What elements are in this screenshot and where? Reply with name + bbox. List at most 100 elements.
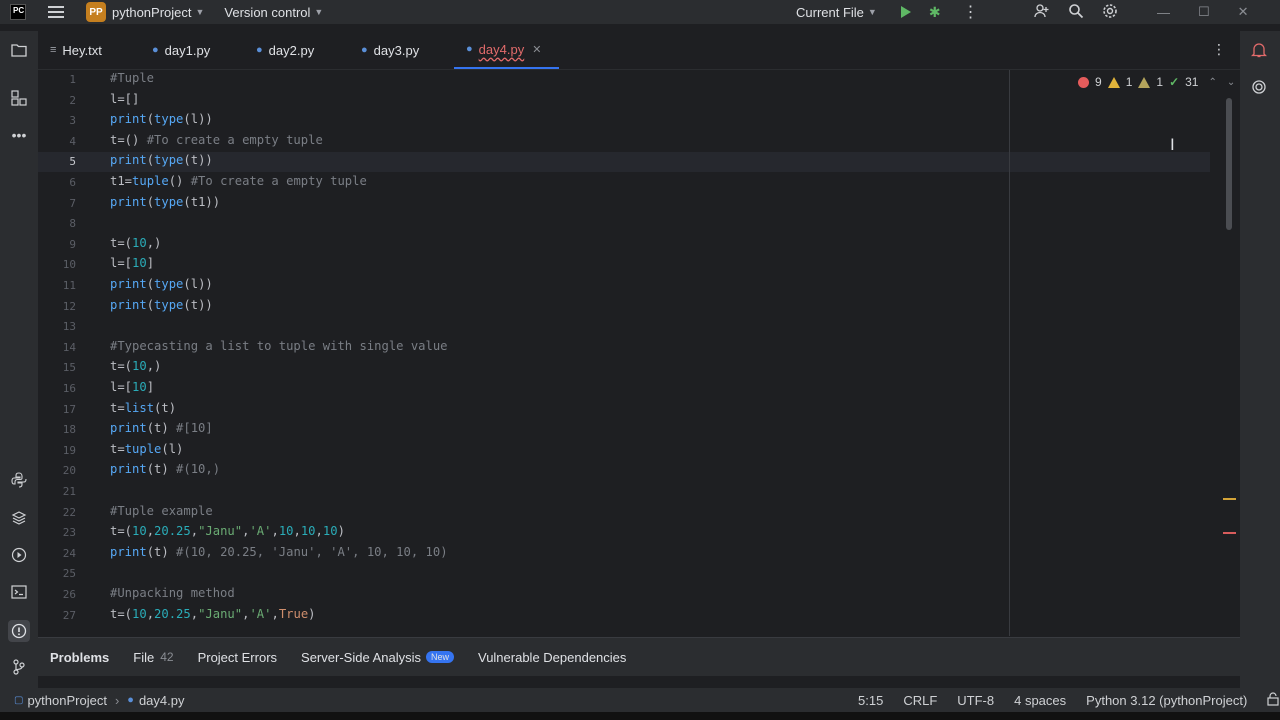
folder-icon[interactable]	[9, 40, 29, 60]
code-line[interactable]: l=[10]	[110, 380, 154, 394]
code-line[interactable]: #Unpacking method	[110, 586, 235, 600]
more-vertical-icon[interactable]: ⋮	[1212, 41, 1226, 58]
line-number[interactable]: 15	[38, 361, 76, 374]
run-icon[interactable]	[900, 6, 911, 18]
line-number[interactable]: 3	[38, 114, 76, 127]
line-number[interactable]: 13	[38, 320, 76, 333]
layers-icon[interactable]	[9, 508, 29, 528]
minimize-icon[interactable]: —	[1157, 5, 1170, 20]
close-icon[interactable]: ✕	[1238, 4, 1249, 20]
line-number[interactable]: 7	[38, 197, 76, 210]
notifications-icon[interactable]	[1249, 40, 1269, 60]
chevron-down-icon[interactable]: ▼	[314, 7, 323, 17]
tab-server-side-analysis[interactable]: Server-Side Analysis New	[301, 650, 454, 665]
code-line[interactable]: l=[]	[110, 92, 139, 106]
main-menu-icon[interactable]	[48, 6, 64, 18]
line-number[interactable]: 20	[38, 464, 76, 477]
code-line[interactable]: t=(10,)	[110, 236, 161, 250]
problems-icon[interactable]	[8, 620, 30, 642]
line-number[interactable]: 9	[38, 238, 76, 251]
code-line[interactable]: print(type(l))	[110, 277, 213, 291]
line-number[interactable]: 24	[38, 547, 76, 560]
lock-icon[interactable]	[1267, 691, 1279, 709]
structure-icon[interactable]	[9, 88, 29, 108]
line-number[interactable]: 19	[38, 444, 76, 457]
caret-position[interactable]: 5:15	[858, 693, 883, 708]
line-number[interactable]: 27	[38, 609, 76, 622]
more-vertical-icon[interactable]: ⋮	[963, 2, 979, 22]
inspection-widget[interactable]: 9 1 1 ✓ 31 ⌃ ⌄	[1078, 75, 1235, 89]
line-number[interactable]: 14	[38, 341, 76, 354]
line-number[interactable]: 25	[38, 567, 76, 580]
code-line[interactable]: #Tuple	[110, 71, 154, 85]
breadcrumb-file[interactable]: day4.py	[139, 693, 185, 708]
code-editor[interactable]: 1 2 3 4 5 6 7 8 9 10 11 12 13 14 15 16 17 18 19 20 21 22 23 24 2…	[38, 70, 1240, 636]
code-line[interactable]: t=(10,20.25,"Janu",'A',10,10,10)	[110, 524, 345, 538]
code-line[interactable]: #Tuple example	[110, 504, 213, 518]
tab-day1-py[interactable]: ● day1.py	[152, 31, 210, 69]
close-tab-icon[interactable]: ✕	[532, 43, 541, 56]
tab-day4-py[interactable]: ● day4.py ✕	[454, 31, 559, 69]
code-line[interactable]: t=tuple(l)	[110, 442, 183, 456]
line-separator[interactable]: CRLF	[903, 693, 937, 708]
project-badge[interactable]: PP	[86, 2, 106, 22]
warning-marker[interactable]	[1223, 498, 1236, 500]
code-line[interactable]: t=() #To create a empty tuple	[110, 133, 323, 147]
tab-day2-py[interactable]: ● day2.py	[256, 31, 314, 69]
add-user-icon[interactable]	[1034, 3, 1050, 22]
code-line[interactable]: print(t) #(10,)	[110, 462, 220, 476]
error-marker[interactable]	[1223, 532, 1236, 534]
chevron-down-icon[interactable]: ▼	[196, 7, 205, 17]
project-name[interactable]: pythonProject	[112, 5, 192, 20]
code-line[interactable]: print(type(t))	[110, 298, 213, 312]
code-line[interactable]: print(type(l))	[110, 112, 213, 126]
tab-day3-py[interactable]: ● day3.py	[361, 31, 419, 69]
line-number[interactable]: 1	[38, 73, 76, 86]
code-line[interactable]: t1=tuple() #To create a empty tuple	[110, 174, 367, 188]
code-line[interactable]: print(t) #[10]	[110, 421, 213, 435]
line-number[interactable]: 5	[38, 155, 76, 168]
chevron-down-icon[interactable]: ▼	[868, 7, 877, 17]
code-line[interactable]: print(type(t1))	[110, 195, 220, 209]
maximize-icon[interactable]: ☐	[1198, 4, 1210, 20]
line-number[interactable]: 21	[38, 485, 76, 498]
python-console-icon[interactable]	[9, 470, 29, 490]
line-number[interactable]: 18	[38, 423, 76, 436]
line-number[interactable]: 2	[38, 94, 76, 107]
line-number[interactable]: 22	[38, 506, 76, 519]
ai-assistant-icon[interactable]	[1249, 77, 1269, 97]
python-interpreter[interactable]: Python 3.12 (pythonProject)	[1086, 693, 1247, 708]
line-number[interactable]: 16	[38, 382, 76, 395]
git-icon[interactable]	[9, 657, 29, 677]
settings-icon[interactable]	[1102, 3, 1118, 22]
terminal-icon[interactable]	[9, 582, 29, 602]
run-config-selector[interactable]: Current File	[796, 5, 864, 20]
vertical-scrollbar[interactable]	[1226, 98, 1232, 230]
line-number[interactable]: 17	[38, 403, 76, 416]
line-number[interactable]: 23	[38, 526, 76, 539]
code-line[interactable]: print(type(t))	[110, 153, 213, 167]
line-number[interactable]: 8	[38, 217, 76, 230]
code-line[interactable]: t=(10,)	[110, 359, 161, 373]
code-line[interactable]: print(t) #(10, 20.25, 'Janu', 'A', 10, 1…	[110, 545, 448, 559]
line-number[interactable]: 10	[38, 258, 76, 271]
tab-project-errors[interactable]: Project Errors	[198, 650, 277, 665]
line-number[interactable]: 11	[38, 279, 76, 292]
code-line[interactable]: t=list(t)	[110, 401, 176, 415]
tab-vulnerable-dependencies[interactable]: Vulnerable Dependencies	[478, 650, 626, 665]
tab-hey-txt[interactable]: ≡ Hey.txt	[50, 31, 102, 69]
line-number[interactable]: 6	[38, 176, 76, 189]
indent-setting[interactable]: 4 spaces	[1014, 693, 1066, 708]
chevron-up-icon[interactable]: ⌃	[1208, 77, 1216, 88]
version-control-menu[interactable]: Version control	[224, 5, 310, 20]
code-line[interactable]: #Typecasting a list to tuple with single…	[110, 339, 448, 353]
search-icon[interactable]	[1068, 3, 1084, 22]
code-line[interactable]: l=[10]	[110, 256, 154, 270]
code-line[interactable]: t=(10,20.25,"Janu",'A',True)	[110, 607, 316, 621]
services-icon[interactable]	[9, 545, 29, 565]
debug-icon[interactable]: ✱	[929, 4, 941, 21]
file-encoding[interactable]: UTF-8	[957, 693, 994, 708]
tab-file[interactable]: File 42	[133, 650, 173, 665]
line-number[interactable]: 4	[38, 135, 76, 148]
more-tools-icon[interactable]: •••	[9, 125, 29, 145]
